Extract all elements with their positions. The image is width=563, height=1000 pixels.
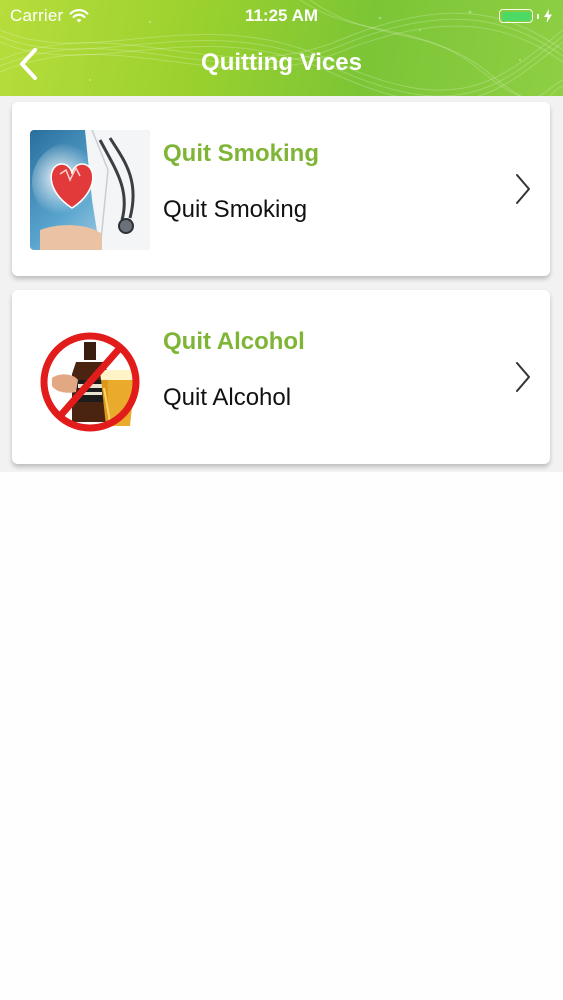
no-alcohol-image <box>30 318 150 438</box>
battery-icon <box>499 9 533 23</box>
chevron-right-icon <box>516 174 530 204</box>
page-title: Quitting Vices <box>201 49 362 76</box>
bolt-icon <box>544 9 552 23</box>
header: Carrier 11:25 AM Quitting Vices <box>0 0 563 96</box>
battery-indicator <box>499 9 553 23</box>
item-title: Quit Smoking <box>163 140 319 167</box>
navigation-bar: Quitting Vices <box>0 40 563 88</box>
heart-health-image <box>30 130 150 250</box>
battery-tip <box>537 13 539 19</box>
item-subtitle: Quit Alcohol <box>163 384 292 411</box>
list-item-quit-alcohol[interactable]: Quit Alcohol Quit Alcohol <box>12 290 550 464</box>
status-time: 11:25 AM <box>244 6 319 25</box>
app-screen: Carrier 11:25 AM Quitting Vices Quit Smo… <box>0 0 563 1000</box>
item-title: Quit Alcohol <box>163 328 305 355</box>
status-bar: Carrier 11:25 AM <box>0 0 563 34</box>
item-subtitle: Quit Smoking <box>163 196 308 223</box>
list-item-quit-smoking[interactable]: Quit Smoking Quit Smoking <box>12 102 550 276</box>
chevron-right-icon <box>516 362 530 392</box>
